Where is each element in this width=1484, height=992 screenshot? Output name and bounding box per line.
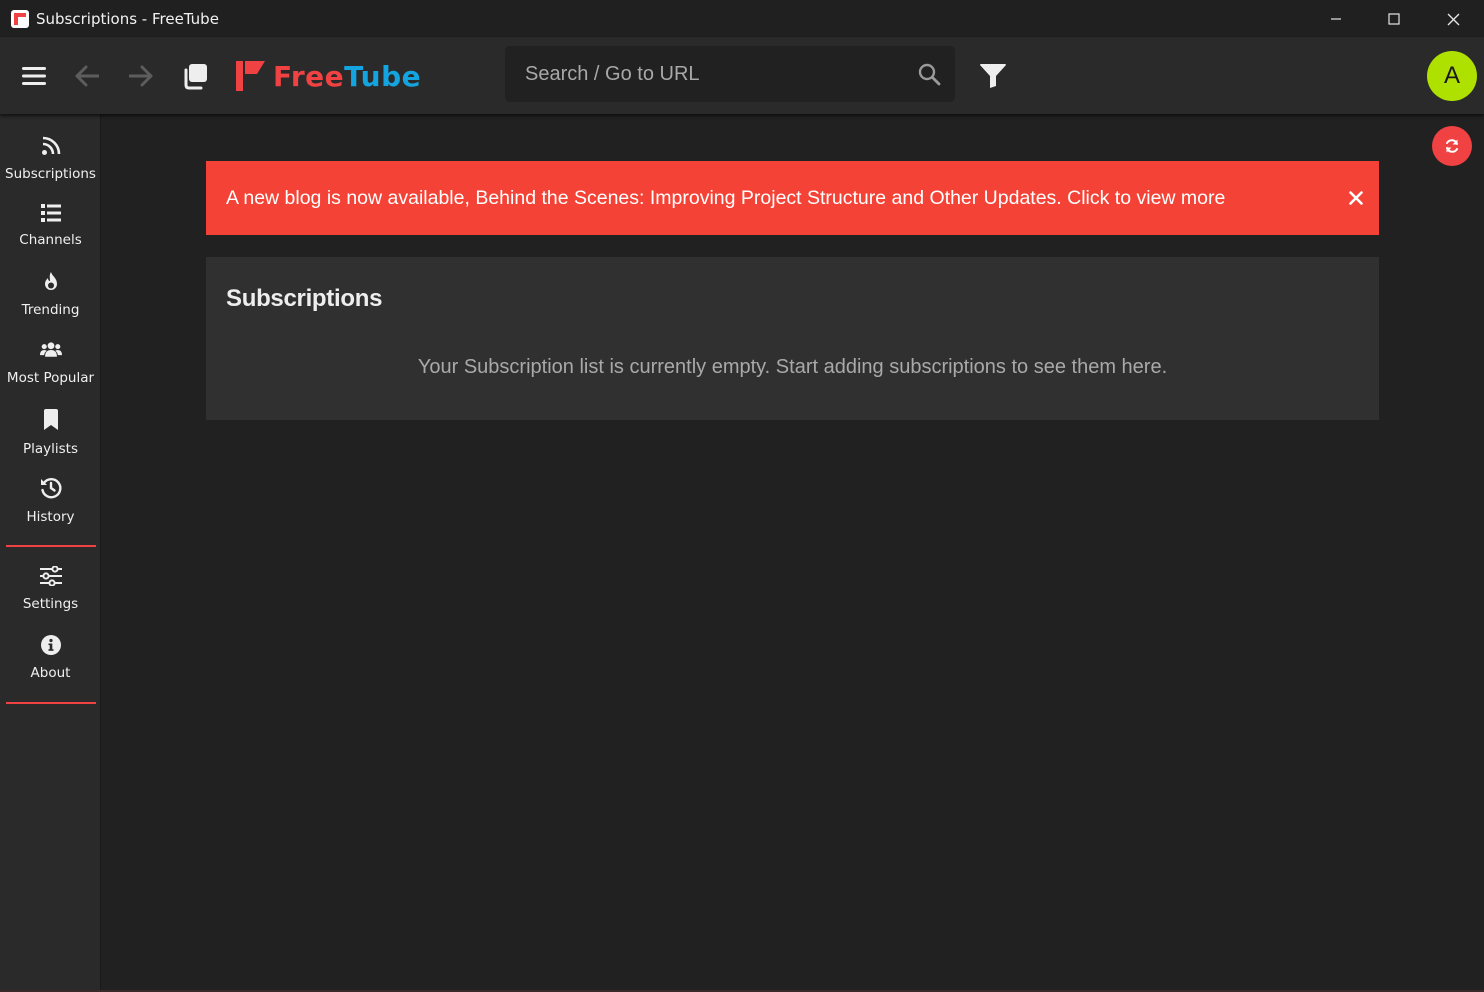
- forward-button[interactable]: [123, 58, 159, 94]
- arrow-left-icon: [75, 65, 99, 87]
- refresh-icon: [1446, 139, 1458, 153]
- sidebar-item-label: About: [30, 665, 71, 681]
- info-icon: [40, 635, 62, 655]
- banner-text: A new blog is now available, Behind the …: [226, 186, 1226, 209]
- search-input[interactable]: [505, 46, 895, 102]
- clone-icon: [184, 64, 207, 90]
- refresh-subscriptions-button[interactable]: [1432, 126, 1472, 166]
- sidebar-item-playlists[interactable]: Playlists: [0, 387, 101, 457]
- sidebar-item-label: Channels: [19, 232, 82, 248]
- logo-tube-text: Tube: [344, 59, 422, 93]
- blog-banner[interactable]: A new blog is now available, Behind the …: [206, 161, 1379, 235]
- fire-icon: [40, 272, 62, 292]
- history-icon: [40, 477, 62, 499]
- logo-mark-icon: [234, 60, 268, 92]
- page-title: Subscriptions: [226, 285, 383, 312]
- sidebar-item-label: Most Popular: [6, 370, 95, 386]
- search-box: [505, 46, 955, 102]
- sidebar-item-settings[interactable]: Settings: [0, 544, 101, 612]
- banner-close-button[interactable]: [1343, 185, 1369, 211]
- menu-button[interactable]: [16, 58, 52, 94]
- search-icon[interactable]: [917, 62, 941, 86]
- filter-icon[interactable]: [976, 60, 1010, 92]
- sidebar: Subscriptions Channels Trending Most Pop…: [0, 114, 101, 992]
- sidebar-item-label: History: [26, 509, 75, 525]
- minimize-button[interactable]: [1307, 0, 1365, 38]
- window-title: Subscriptions - FreeTube: [36, 10, 219, 28]
- hamburger-icon: [22, 67, 46, 85]
- list-icon: [40, 204, 62, 222]
- users-icon: [39, 340, 62, 360]
- freetube-logo[interactable]: FreeTube: [234, 59, 422, 93]
- app-icon: [11, 10, 29, 28]
- sidebar-item-label: Trending: [21, 302, 80, 318]
- subscriptions-card: Subscriptions Your Subscription list is …: [206, 257, 1379, 420]
- title-bar: Subscriptions - FreeTube: [0, 0, 1484, 38]
- arrow-right-icon: [129, 65, 153, 87]
- top-nav: FreeTube A: [0, 38, 1484, 114]
- new-window-button[interactable]: [177, 58, 213, 94]
- bookmark-icon: [40, 409, 62, 431]
- maximize-button[interactable]: [1365, 0, 1423, 38]
- sidebar-item-label: Settings: [22, 596, 79, 612]
- sidebar-item-label: Subscriptions: [5, 166, 96, 182]
- sidebar-item-about[interactable]: About: [0, 613, 101, 681]
- logo-free-text: Free: [273, 59, 345, 93]
- sidebar-item-channels[interactable]: Channels: [0, 182, 101, 248]
- sidebar-item-history[interactable]: History: [0, 455, 101, 525]
- sidebar-item-most-popular[interactable]: Most Popular: [0, 318, 101, 386]
- back-button[interactable]: [69, 58, 105, 94]
- sliders-icon: [39, 566, 62, 586]
- sidebar-divider: [6, 702, 96, 704]
- close-window-button[interactable]: [1424, 0, 1482, 38]
- sidebar-item-trending[interactable]: Trending: [0, 250, 101, 318]
- empty-message: Your Subscription list is currently empt…: [417, 356, 1168, 378]
- close-icon: [1349, 191, 1363, 205]
- profile-avatar[interactable]: A: [1427, 51, 1477, 101]
- rss-icon: [40, 136, 62, 156]
- sidebar-item-subscriptions[interactable]: Subscriptions: [0, 114, 101, 182]
